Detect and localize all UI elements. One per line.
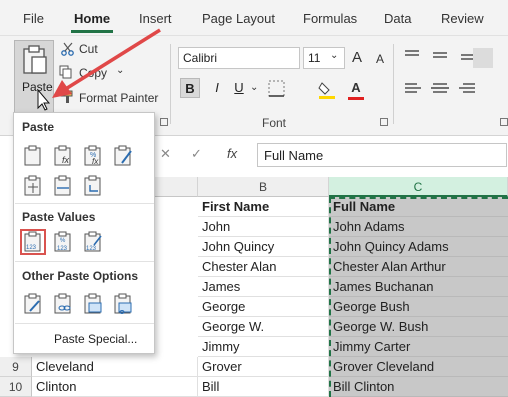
svg-text:123: 123: [26, 245, 37, 251]
copy-button[interactable]: Copy: [79, 66, 107, 80]
tab-data[interactable]: Data: [384, 11, 411, 26]
format-painter-button[interactable]: Format Painter: [79, 91, 158, 105]
cell-b[interactable]: John: [198, 217, 329, 237]
copy-dropdown-icon[interactable]: ⌄: [116, 65, 124, 76]
paste-values-heading: Paste Values: [22, 210, 96, 224]
transpose-icon[interactable]: [82, 175, 104, 197]
cancel-formula-icon[interactable]: ✕: [160, 146, 171, 162]
paste-icon[interactable]: [22, 145, 44, 167]
paste-label: Paste: [22, 80, 53, 94]
clipboard-icon: [23, 45, 47, 74]
font-dialog-launcher[interactable]: [380, 118, 388, 126]
cell-a[interactable]: Cleveland: [32, 357, 198, 377]
cell-b[interactable]: Grover: [198, 357, 329, 377]
svg-text:123: 123: [57, 246, 68, 252]
svg-text:fx: fx: [62, 155, 70, 165]
linked-picture-icon[interactable]: [112, 293, 134, 315]
confirm-formula-icon[interactable]: ✓: [191, 146, 202, 162]
copy-icon: [59, 65, 72, 79]
font-color-swatch: [348, 97, 364, 100]
picture-icon[interactable]: [82, 293, 104, 315]
cell-b[interactable]: George W.: [198, 317, 329, 337]
svg-text:123: 123: [86, 246, 97, 252]
insert-function-icon[interactable]: fx: [227, 146, 237, 161]
cell-b[interactable]: George: [198, 297, 329, 317]
keep-column-widths-icon[interactable]: [52, 175, 74, 197]
font-size-select[interactable]: 11: [303, 47, 345, 69]
tab-file[interactable]: File: [23, 11, 44, 26]
cell-b[interactable]: Chester Alan: [198, 257, 329, 277]
bold-button[interactable]: B: [180, 78, 200, 98]
active-tab-indicator: [71, 30, 113, 33]
svg-text:%: %: [60, 238, 66, 244]
menu-divider: [15, 261, 154, 262]
cell-b[interactable]: James: [198, 277, 329, 297]
row-header[interactable]: 9: [0, 357, 32, 377]
cell-a[interactable]: Clinton: [32, 377, 198, 397]
cell-b[interactable]: Jimmy: [198, 337, 329, 357]
italic-button[interactable]: I: [207, 78, 227, 98]
column-header-a[interactable]: [154, 177, 198, 197]
paste-options-menu: Paste fx % fx Paste Values 123 % 123 123 O…: [13, 112, 155, 354]
other-paste-options-heading: Other Paste Options: [22, 269, 139, 283]
cell-b[interactable]: Bill: [198, 377, 329, 397]
keep-source-formatting-icon[interactable]: [112, 145, 134, 167]
paste-special-item[interactable]: Paste Special...: [54, 332, 137, 346]
borders-icon[interactable]: [268, 80, 286, 98]
group-separator: [170, 44, 171, 124]
paste-heading: Paste: [22, 120, 55, 134]
paste-values-icon[interactable]: 123: [20, 229, 46, 255]
cell-b[interactable]: John Quincy: [198, 237, 329, 257]
paste-formulas-number-format-icon[interactable]: %fx: [82, 145, 104, 167]
font-color-button[interactable]: A: [346, 78, 366, 98]
cell-b[interactable]: First Name: [198, 197, 329, 217]
underline-button[interactable]: U: [229, 78, 249, 98]
menu-divider: [15, 323, 154, 324]
alignment-icons[interactable]: [403, 48, 503, 102]
font-name-select[interactable]: Calibri: [178, 47, 300, 69]
tab-page-layout[interactable]: Page Layout: [202, 11, 275, 26]
column-header-b[interactable]: B: [198, 177, 329, 197]
cut-button[interactable]: Cut: [79, 42, 98, 56]
scissors-icon: [61, 42, 74, 56]
copy-marquee: [329, 197, 508, 397]
format-painter-icon: [60, 90, 73, 103]
column-header-c[interactable]: C: [329, 177, 508, 197]
fill-color-icon[interactable]: [318, 80, 336, 100]
paste-link-icon[interactable]: [52, 293, 74, 315]
clipboard-dialog-launcher[interactable]: [160, 118, 168, 126]
alignment-dialog-launcher[interactable]: [500, 118, 508, 126]
tab-insert[interactable]: Insert: [139, 11, 172, 26]
font-size-chevron-icon[interactable]: ⌄: [330, 50, 338, 61]
formula-bar: ✕ ✓ fx Full Name: [154, 140, 508, 170]
menu-divider: [15, 203, 154, 204]
tab-review[interactable]: Review: [441, 11, 484, 26]
formatting-icon[interactable]: [22, 293, 44, 315]
values-source-formatting-icon[interactable]: 123: [82, 231, 104, 253]
formula-input[interactable]: Full Name: [257, 143, 507, 167]
underline-chevron-icon[interactable]: ⌄: [250, 82, 258, 93]
values-number-formatting-icon[interactable]: % 123: [52, 231, 74, 253]
font-group-label: Font: [262, 116, 287, 130]
paste-formulas-icon[interactable]: fx: [52, 145, 74, 167]
row-header[interactable]: 10: [0, 377, 32, 397]
ribbon-tab-bar: File Home Insert Page Layout Formulas Da…: [0, 0, 508, 36]
svg-text:fx: fx: [92, 157, 99, 166]
grow-font-button[interactable]: A: [352, 49, 362, 66]
group-separator: [393, 44, 394, 124]
tab-formulas[interactable]: Formulas: [303, 11, 357, 26]
shrink-font-button[interactable]: A: [376, 52, 384, 66]
tab-home[interactable]: Home: [74, 11, 110, 26]
no-borders-icon[interactable]: [22, 175, 44, 197]
